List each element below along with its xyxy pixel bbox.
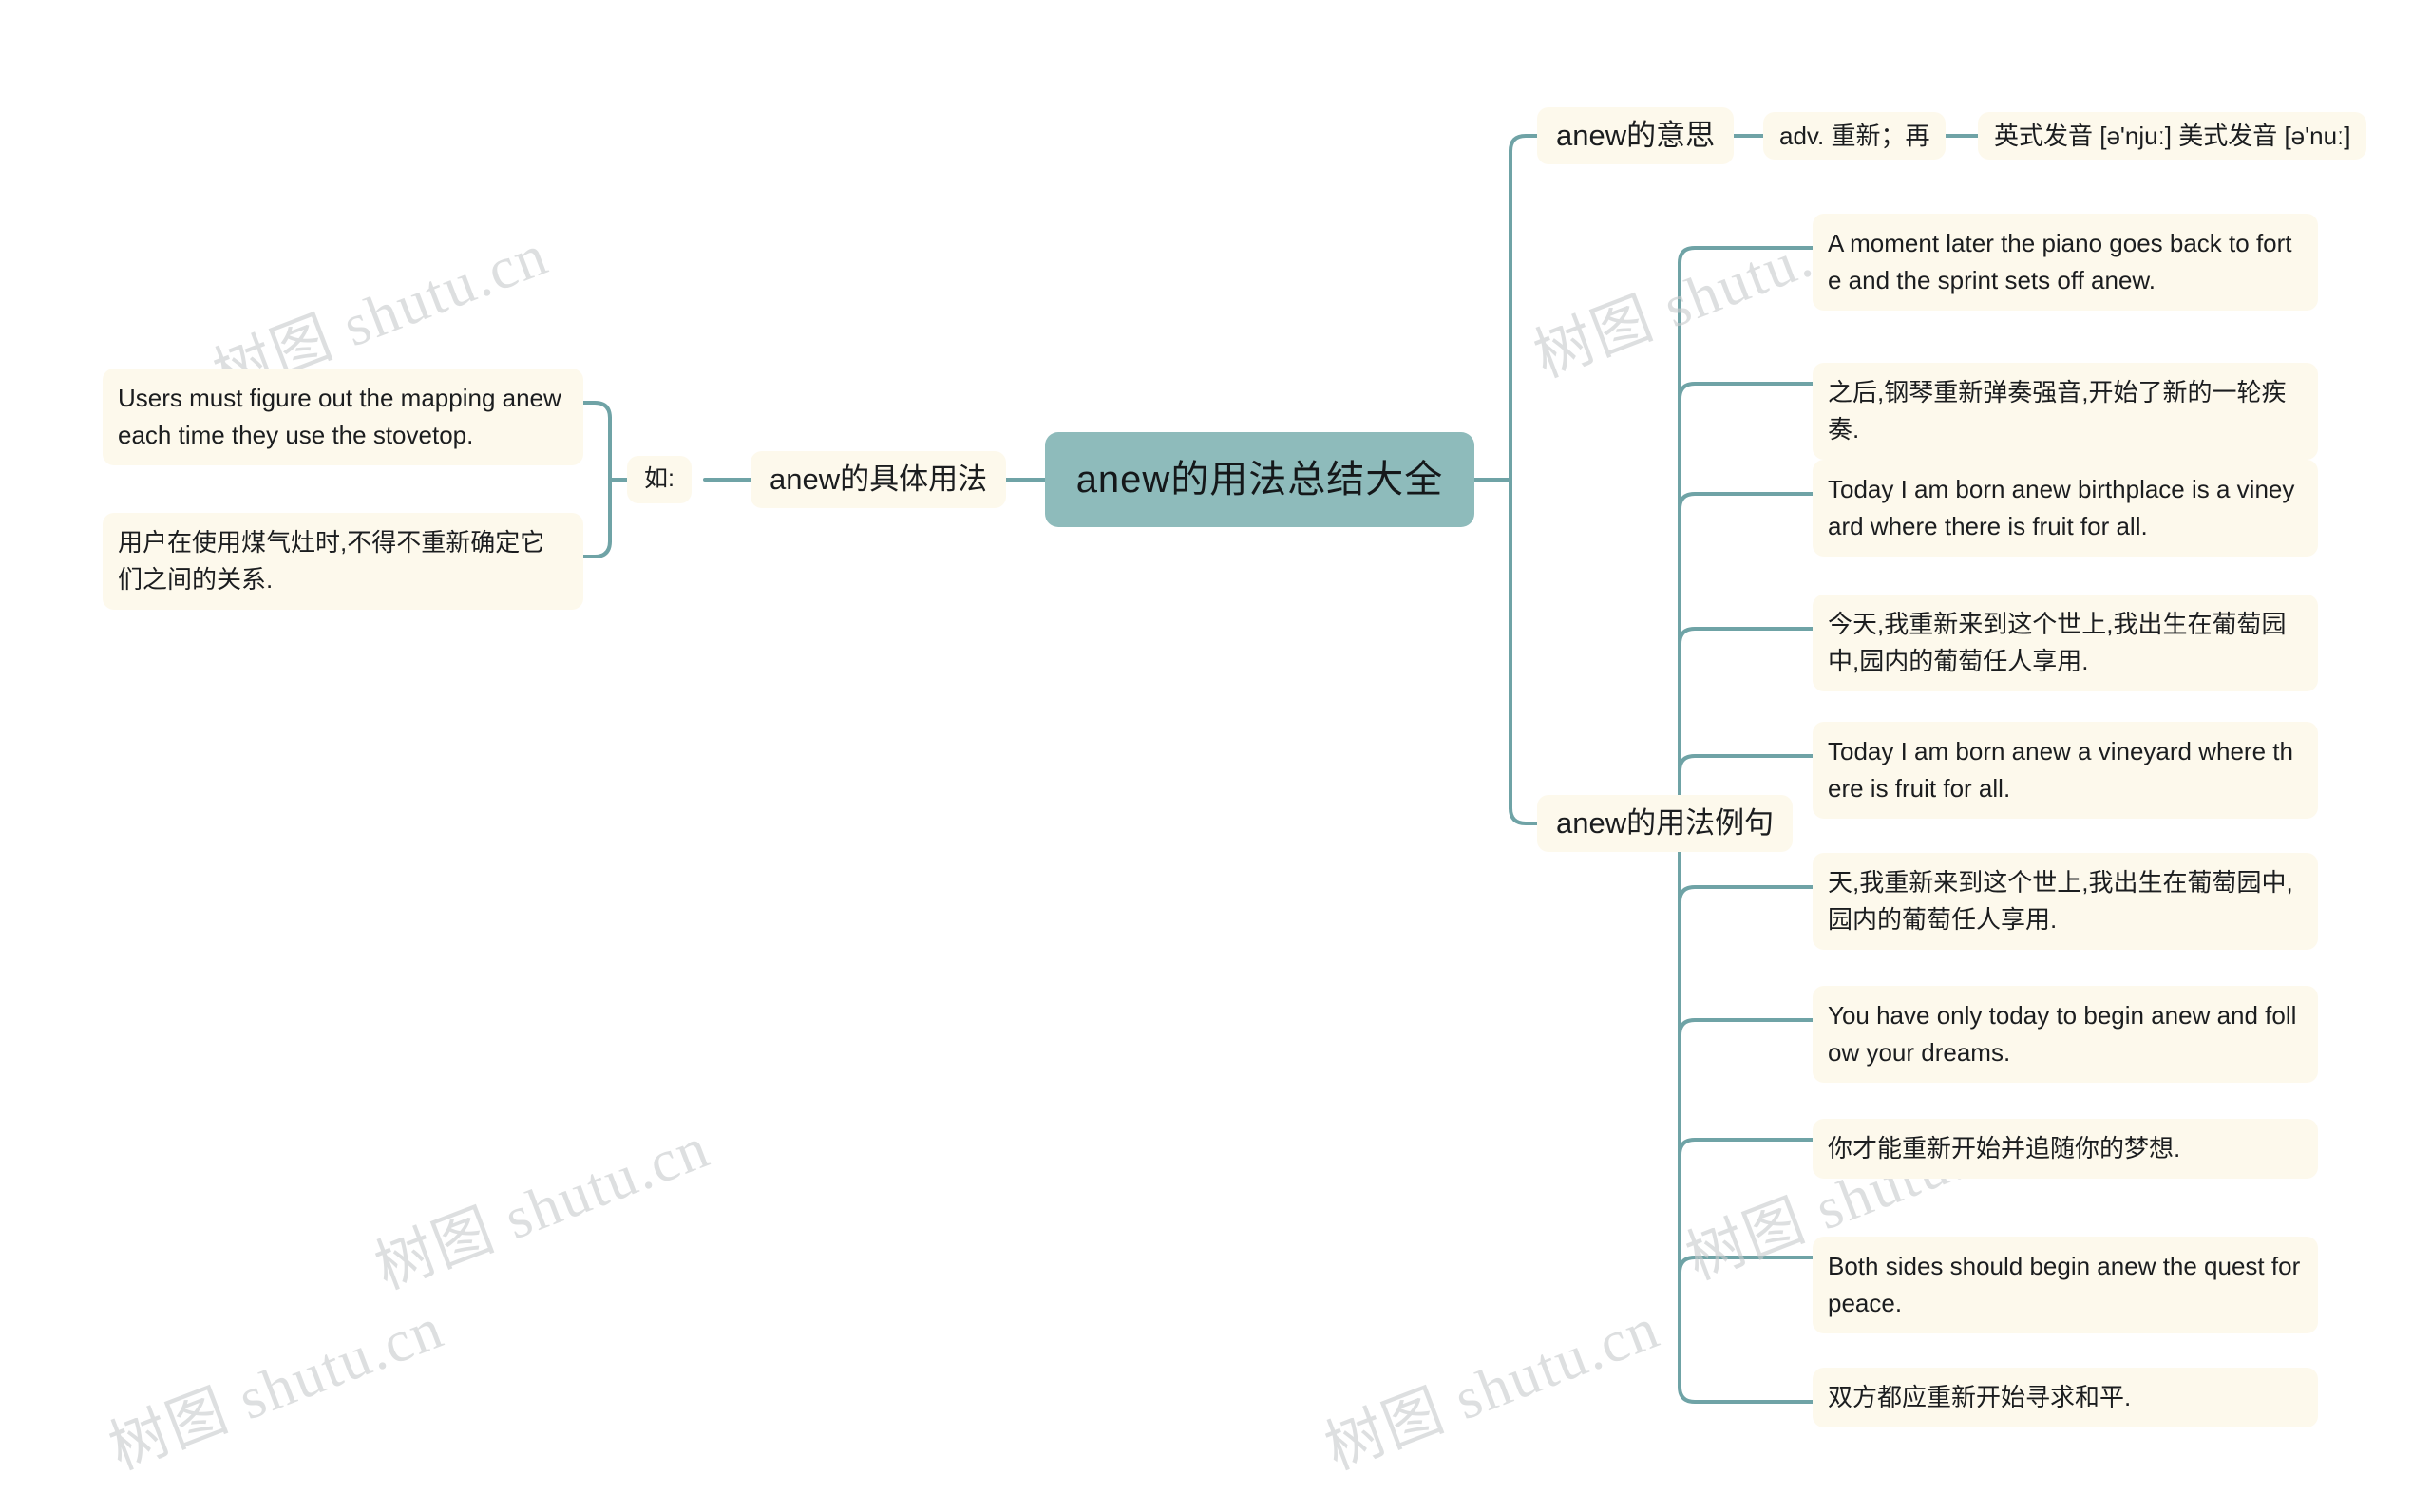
sentence-text: Both sides should begin anew the quest f… <box>1828 1252 2301 1317</box>
branch-sentences-label: anew的用法例句 <box>1556 806 1775 840</box>
branch-meaning-label: anew的意思 <box>1556 119 1716 152</box>
link-sentence-8 <box>1678 1138 1814 1157</box>
link-sentence-2 <box>1678 382 1814 401</box>
node-usage-connector-label[interactable]: 如: <box>627 456 692 503</box>
sentence-item[interactable]: 你才能重新开始并追随你的梦想. <box>1813 1119 2318 1179</box>
branch-node-usage[interactable]: anew的具体用法 <box>750 451 1007 508</box>
sentence-item[interactable]: 今天,我重新来到这个世上,我出生在葡萄园中,园内的葡萄任人享用. <box>1813 595 2318 691</box>
sentence-text: Today I am born anew birthplace is a vin… <box>1828 475 2295 540</box>
usage-connector-label-text: 如: <box>644 465 674 493</box>
root-node[interactable]: anew的用法总结大全 <box>1045 432 1474 527</box>
link-sentence-6 <box>1678 885 1814 904</box>
link-sentence-9 <box>1678 1256 1814 1275</box>
link-sentence-10 <box>1678 1385 1814 1404</box>
sentence-text: Today I am born anew a vineyard where th… <box>1828 737 2293 803</box>
usage-example-item[interactable]: 用户在使用煤气灶时,不得不重新确定它们之间的关系. <box>103 513 583 610</box>
root-node-label: anew的用法总结大全 <box>1075 458 1444 501</box>
sentence-text: 之后,钢琴重新弹奏强音,开始了新的一轮疾奏. <box>1828 378 2287 444</box>
sentence-item[interactable]: 之后,钢琴重新弹奏强音,开始了新的一轮疾奏. <box>1813 363 2318 460</box>
sentence-item[interactable]: 天,我重新来到这个世上,我出生在葡萄园中,园内的葡萄任人享用. <box>1813 853 2318 950</box>
link-bracket-left-bottom <box>581 539 612 558</box>
sentence-text: You have only today to begin anew and fo… <box>1828 1001 2297 1067</box>
watermark-text: 树图 shutu.cn <box>367 1115 719 1302</box>
link-sentence-4 <box>1678 627 1814 646</box>
sentence-item[interactable]: Today I am born anew a vineyard where th… <box>1813 722 2318 819</box>
branch-node-meaning[interactable]: anew的意思 <box>1537 107 1735 164</box>
sentence-text: A moment later the piano goes back to fo… <box>1828 229 2292 294</box>
meaning-pronunciation-text: 英式发音 [ə'njuː] 美式发音 [ə'nuː] <box>1994 121 2351 150</box>
link-sentence-7 <box>1678 1018 1814 1037</box>
sentence-text: 天,我重新来到这个世上,我出生在葡萄园中,园内的葡萄任人享用. <box>1828 868 2293 934</box>
sentence-item[interactable]: Today I am born anew birthplace is a vin… <box>1813 460 2318 557</box>
usage-example-text: Users must figure out the mapping anew e… <box>118 384 561 449</box>
node-meaning-pronunciation[interactable]: 英式发音 [ə'njuː] 美式发音 [ə'nuː] <box>1978 112 2367 160</box>
usage-example-text: 用户在使用煤气灶时,不得不重新确定它们之间的关系. <box>118 528 545 594</box>
link-sentence-1 <box>1678 246 1814 265</box>
link-sentence-5 <box>1678 754 1814 773</box>
link-bracket-left-top <box>581 401 612 420</box>
sentence-text: 双方都应重新开始寻求和平. <box>1828 1383 2132 1411</box>
meaning-definition-text: adv. 重新；再 <box>1779 121 1930 150</box>
sentence-item[interactable]: A moment later the piano goes back to fo… <box>1813 214 2318 311</box>
link-sentence-3 <box>1678 492 1814 511</box>
sentence-text: 今天,我重新来到这个世上,我出生在葡萄园中,园内的葡萄任人享用. <box>1828 610 2287 675</box>
link-root-to-meaning <box>1509 134 1541 153</box>
sentence-item[interactable]: You have only today to begin anew and fo… <box>1813 986 2318 1083</box>
watermark-text: 树图 shutu.cn <box>101 1295 453 1483</box>
sentence-item[interactable]: 双方都应重新开始寻求和平. <box>1813 1368 2318 1427</box>
node-meaning-definition[interactable]: adv. 重新；再 <box>1763 112 1947 160</box>
branch-node-sentences[interactable]: anew的用法例句 <box>1537 795 1794 852</box>
sentence-text: 你才能重新开始并追随你的梦想. <box>1828 1134 2181 1162</box>
branch-usage-label: anew的具体用法 <box>770 463 988 496</box>
watermark-text: 树图 shutu.cn <box>1317 1295 1669 1483</box>
usage-example-item[interactable]: Users must figure out the mapping anew e… <box>103 369 583 465</box>
sentence-item[interactable]: Both sides should begin anew the quest f… <box>1813 1237 2318 1333</box>
link-root-to-sentences <box>1509 806 1539 825</box>
